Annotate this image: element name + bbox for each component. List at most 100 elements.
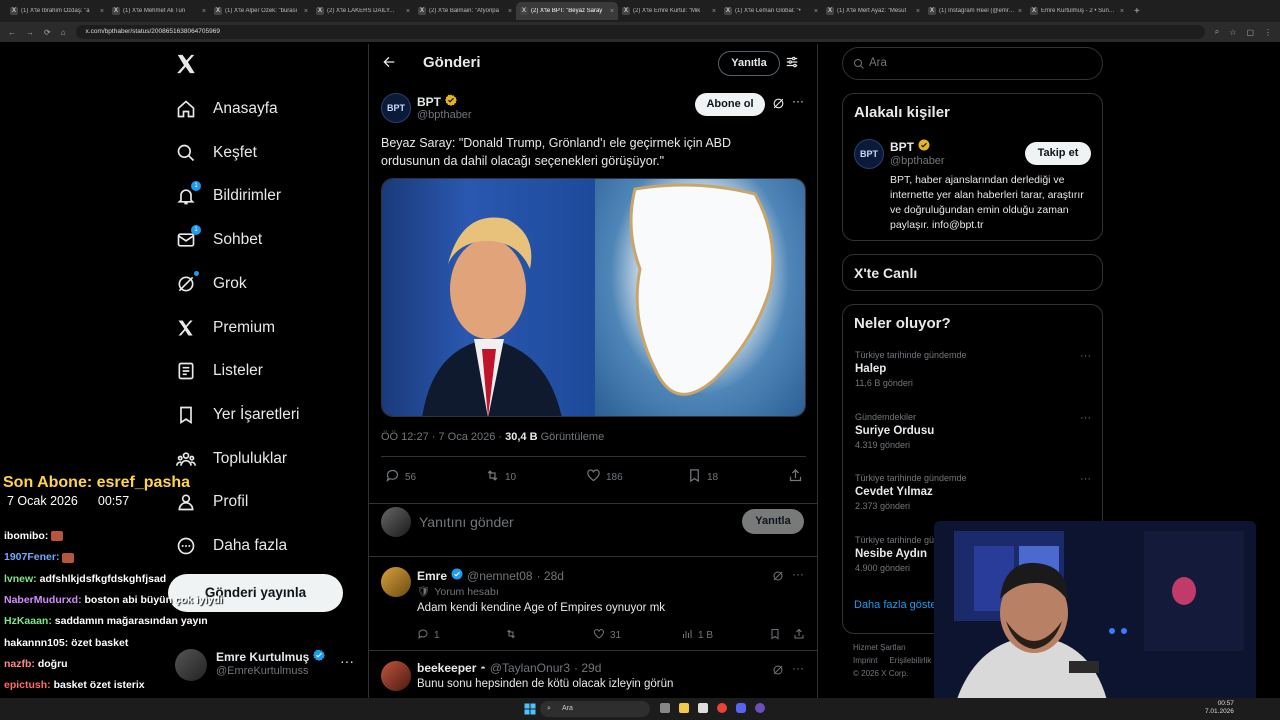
nav-item-bell[interactable]: 1 Bildirimler <box>175 179 281 213</box>
trend-more-icon[interactable]: ··· <box>1080 412 1091 424</box>
footer-link[interactable]: Imprint <box>853 654 877 667</box>
back-arrow-icon[interactable] <box>381 54 397 75</box>
retweet-action[interactable] <box>505 628 522 643</box>
search-input[interactable]: Ara <box>869 57 887 69</box>
discord-icon[interactable] <box>736 703 746 713</box>
author-name[interactable]: BPT <box>417 95 441 109</box>
taskbar-search[interactable]: ⌕ Ara <box>540 701 650 717</box>
bookmark-star-icon[interactable]: ☆ <box>1229 28 1236 37</box>
reply-input[interactable]: Yanıtını gönder <box>419 514 514 530</box>
nav-item-list[interactable]: Listeler <box>175 354 263 388</box>
live-card[interactable]: X'te Canlı <box>842 254 1103 291</box>
tab-close-icon[interactable]: × <box>304 8 308 15</box>
reply-action[interactable]: 1 <box>417 628 440 643</box>
like-action[interactable]: 186 <box>586 468 623 486</box>
tab-close-icon[interactable]: × <box>202 8 206 15</box>
relevant-name[interactable]: BPT <box>890 140 914 154</box>
extensions-icon[interactable]: ▢ <box>1246 28 1254 37</box>
tab-close-icon[interactable]: × <box>1018 8 1022 15</box>
reply-author-name[interactable]: Emre <box>417 569 447 583</box>
grok-explain-icon[interactable] <box>772 97 785 115</box>
retweet-action[interactable]: 10 <box>485 468 516 486</box>
browser-tab[interactable]: X (1) X'te Alper Özek: "burası × <box>210 2 312 20</box>
browser-tab[interactable]: X (1) X'te Leman Global: "• × <box>720 2 822 20</box>
nav-item-search[interactable]: Keşfet <box>175 136 257 170</box>
trend-item[interactable]: Gündemdekiler Suriye Ordusu 4.319 gönderi ·… <box>855 412 1091 450</box>
header-reply-button[interactable]: Yanıtla <box>718 51 780 76</box>
file-explorer-icon[interactable] <box>679 703 689 713</box>
browser-tab[interactable]: X Emre Kurtulmuş - 2 • Sunucu × <box>1026 2 1128 20</box>
trend-item[interactable]: Türkiye tarihinde gündemde Cevdet Yılmaz 2… <box>855 473 1091 511</box>
reload-icon[interactable]: ⟳ <box>44 28 51 37</box>
photo-portrait[interactable] <box>382 179 595 416</box>
forward-arrow-icon[interactable]: → <box>26 28 34 37</box>
taskbar-clock[interactable]: 00:57 7.01.2026 <box>1205 700 1234 716</box>
app-icon[interactable] <box>698 703 708 713</box>
tweet-media[interactable] <box>381 178 806 417</box>
tab-close-icon[interactable]: × <box>712 8 716 15</box>
back-arrow-icon[interactable]: ← <box>8 28 16 37</box>
search-box[interactable]: Ara <box>842 47 1103 80</box>
bookmark-action[interactable]: 18 <box>687 468 718 486</box>
trend-item[interactable]: Türkiye tarihinde gündemde Halep 11,6 B gö… <box>855 350 1091 388</box>
reply-time[interactable]: · 29d <box>574 661 601 675</box>
obs-icon[interactable] <box>755 703 765 713</box>
tab-close-icon[interactable]: × <box>100 8 104 15</box>
reply-avatar[interactable] <box>381 567 411 597</box>
tweet-more-icon[interactable]: ··· <box>792 94 804 108</box>
nav-item-bookmark[interactable]: Yer İşaretleri <box>175 398 299 432</box>
account-switcher[interactable]: Emre Kurtulmuş @EmreKurtulmuss ··· <box>175 647 365 681</box>
taskbar-search-input[interactable]: Ara <box>562 705 573 712</box>
x-logo-icon[interactable] <box>175 53 199 77</box>
reply-tweet[interactable]: Emre @nemnet08 · 28d 🛡 Yorum hesabı Adam… <box>369 557 817 650</box>
browser-menu-icon[interactable]: ⋮ <box>1264 28 1272 37</box>
bookmark-icon[interactable] <box>769 628 781 640</box>
browser-tab[interactable]: X (2) X'te Emre Kurtul: "Mik × <box>618 2 720 20</box>
tab-close-icon[interactable]: × <box>1120 8 1124 15</box>
url-field[interactable]: x.com/bpthaber/status/200865163806470596… <box>75 25 1205 39</box>
browser-tab[interactable]: X (1) Instagram Reel (@emreku × <box>924 2 1026 20</box>
nav-item-mail[interactable]: 1 Sohbet <box>175 223 262 257</box>
composer-reply-button[interactable]: Yanıtla <box>742 509 804 534</box>
like-action[interactable]: 31 <box>593 628 621 643</box>
browser-tab[interactable]: X (1) X'te İbrahim Özdaş: "a × <box>6 2 108 20</box>
reply-more-icon[interactable]: ··· <box>792 661 804 675</box>
photo-greenland-map[interactable] <box>595 179 805 416</box>
share-icon[interactable] <box>793 628 805 640</box>
nav-item-grok[interactable]: Grok <box>175 267 247 301</box>
tab-close-icon[interactable]: × <box>916 8 920 15</box>
windows-start-icon[interactable] <box>524 702 536 720</box>
browser-tab[interactable]: X (1) X'te Mehmet Ali Tun × <box>108 2 210 20</box>
show-more-link[interactable]: Daha fazla göster <box>854 599 940 611</box>
chrome-icon[interactable] <box>717 703 727 713</box>
reply-author-handle[interactable]: @nemnet08 <box>467 569 533 583</box>
nav-item-more-circle[interactable]: Daha fazla <box>175 529 287 563</box>
reply-author-handle[interactable]: @TaylanOnur3 <box>490 661 570 675</box>
follow-button[interactable]: Abone ol <box>695 93 765 116</box>
nav-item-x-logo[interactable]: Premium <box>175 311 275 345</box>
footer-link[interactable]: Hizmet Şartları <box>853 641 931 654</box>
reply-time[interactable]: · 28d <box>537 569 564 583</box>
trend-more-icon[interactable]: ··· <box>1080 350 1091 362</box>
grok-explain-icon[interactable] <box>772 569 784 587</box>
footer-link[interactable]: Erişilebilirlik <box>889 654 931 667</box>
zoom-icon[interactable]: ⌕ <box>1215 27 1219 37</box>
reply-avatar[interactable] <box>381 661 411 691</box>
views-action[interactable]: 1 B <box>681 628 713 643</box>
browser-tab[interactable]: X (1) X'te Mert Ayaz: "Mesut × <box>822 2 924 20</box>
settings-sliders-icon[interactable] <box>785 55 799 74</box>
browser-tab[interactable]: X (2) X'te LAKERS DAİLY... × <box>312 2 414 20</box>
grok-explain-icon[interactable] <box>772 663 784 681</box>
tab-close-icon[interactable]: × <box>508 8 512 15</box>
relevant-avatar[interactable]: BPT <box>854 139 884 169</box>
nav-item-communities[interactable]: Topluluklar <box>175 442 287 476</box>
browser-tab[interactable]: X (2) X'te Balmain: "Afyonpa × <box>414 2 516 20</box>
relevant-follow-button[interactable]: Takip et <box>1025 142 1091 165</box>
reply-more-icon[interactable]: ··· <box>792 567 804 581</box>
author-handle[interactable]: @bpthaber <box>417 109 472 121</box>
browser-tab[interactable]: X (2) X'te BPT: "Beyaz Saray × <box>516 2 618 20</box>
account-more-icon[interactable]: ··· <box>340 653 354 669</box>
nav-item-home[interactable]: Anasayfa <box>175 92 278 126</box>
reply-author-name[interactable]: beekeeper <box>417 661 476 675</box>
author-avatar[interactable]: BPT <box>381 93 411 123</box>
